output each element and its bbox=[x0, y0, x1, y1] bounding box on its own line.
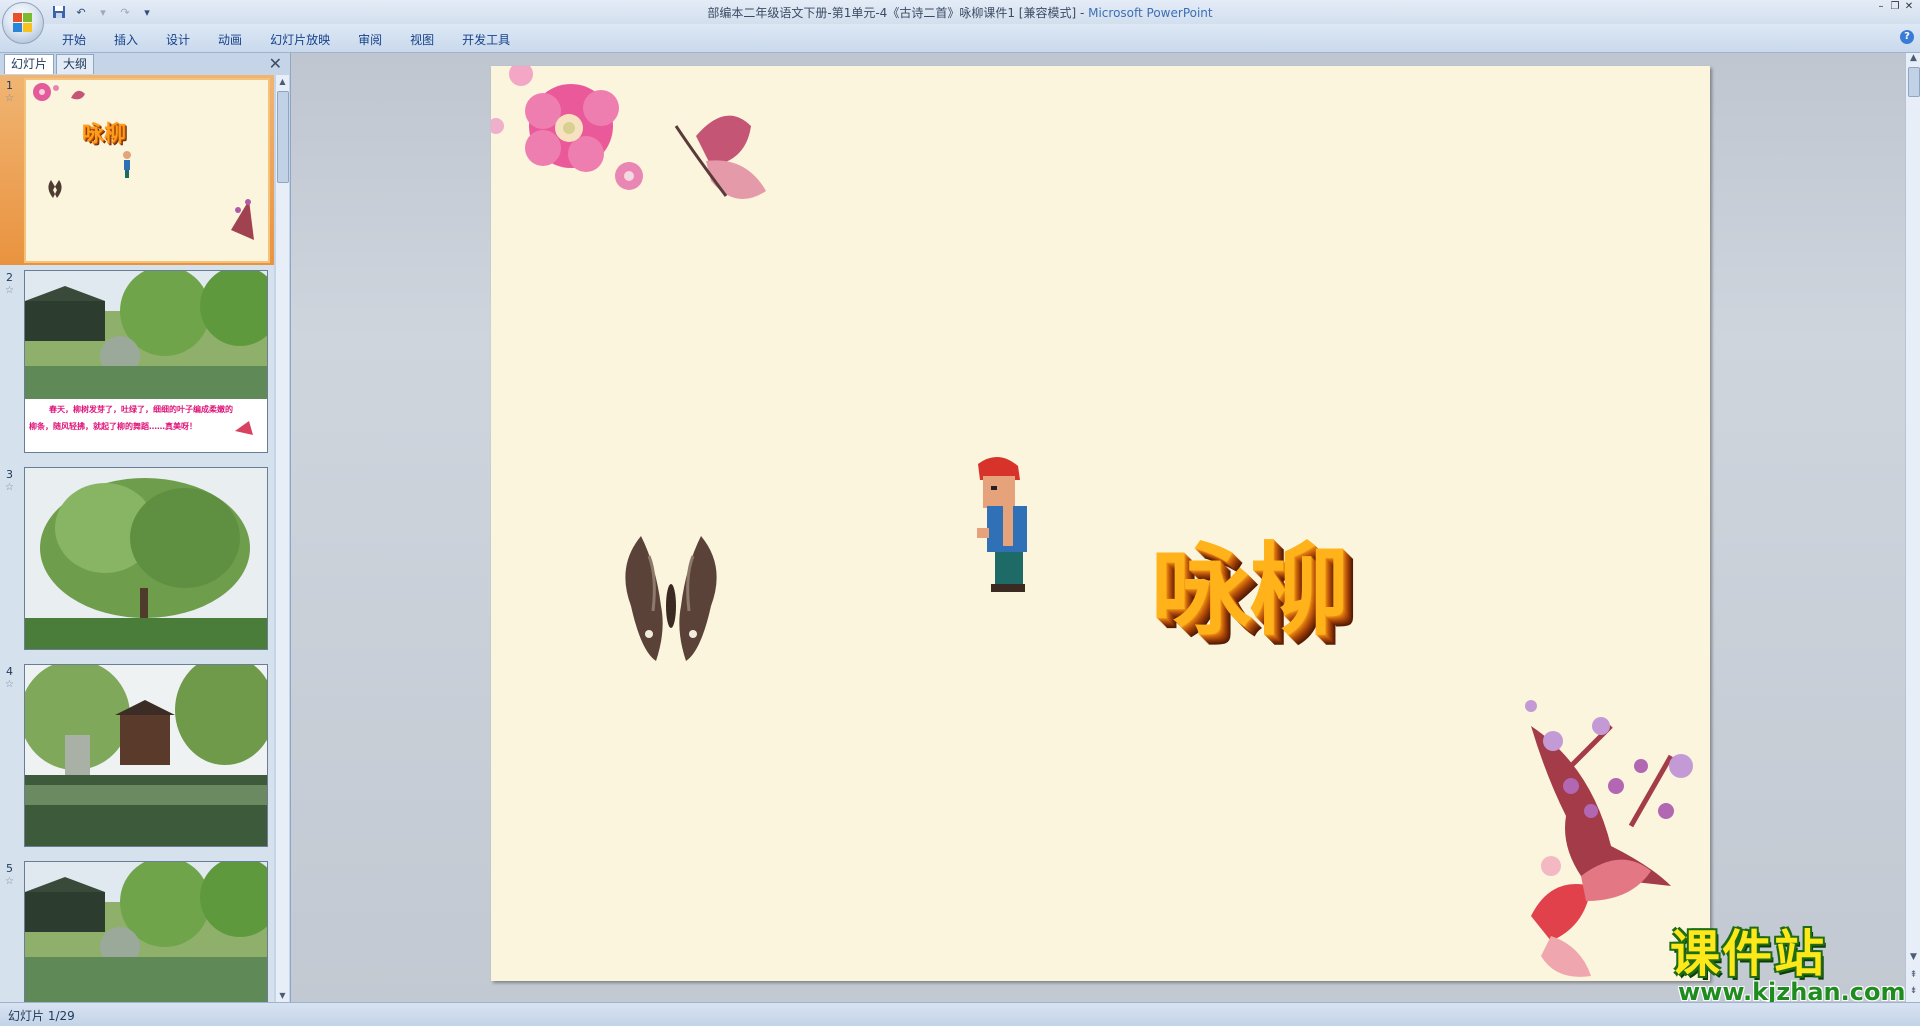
current-slide[interactable]: 咏柳 bbox=[491, 66, 1710, 981]
watermark-text: 课件站 bbox=[1670, 925, 1826, 983]
restore-icon[interactable]: ❐ bbox=[1888, 0, 1902, 14]
tab-design[interactable]: 设计 bbox=[152, 30, 204, 50]
office-button[interactable] bbox=[2, 2, 44, 44]
watermark-logo: 课件站 www.kjzhan.com bbox=[1670, 925, 1910, 1006]
red-butterfly-decoration bbox=[1531, 856, 1651, 977]
scroll-down-icon[interactable]: ▼ bbox=[276, 989, 289, 1002]
close-icon[interactable]: ✕ bbox=[269, 55, 282, 73]
slide-thumbnail-4[interactable]: 4 ☆ bbox=[0, 661, 274, 851]
animation-star-icon: ☆ bbox=[5, 876, 14, 887]
customize-dropdown-icon[interactable]: ▾ bbox=[138, 3, 156, 21]
slide-thumbnail-list: 1 ☆ 咏柳 2 ☆ 春天，柳树发芽了，吐绿了，细细的叶子编成柔嫩的 柳条，随风… bbox=[0, 75, 274, 1002]
undo-dropdown-icon[interactable]: ▾ bbox=[94, 3, 112, 21]
slide-number: 3 bbox=[6, 468, 13, 481]
save-icon[interactable] bbox=[50, 3, 68, 21]
slide-counter: 幻灯片 1/29 bbox=[8, 1009, 75, 1023]
close-icon[interactable]: ✕ bbox=[1902, 0, 1916, 14]
slide-thumbnail-2[interactable]: 2 ☆ 春天，柳树发芽了，吐绿了，细细的叶子编成柔嫩的 柳条，随风轻拂，就起了柳… bbox=[0, 267, 274, 457]
window-title: 部编本二年级语文下册-第1单元-4《古诗二首》咏柳课件1 [兼容模式] - Mi… bbox=[707, 6, 1213, 20]
slide-thumbnail-image bbox=[24, 861, 268, 1002]
office-logo-icon bbox=[13, 13, 33, 33]
help-icon[interactable]: ? bbox=[1900, 30, 1914, 44]
slide-thumbnail-image: 咏柳 bbox=[24, 78, 270, 263]
animation-star-icon: ☆ bbox=[5, 93, 14, 104]
slide-thumbnail-1[interactable]: 1 ☆ 咏柳 bbox=[0, 75, 274, 265]
undo-icon[interactable]: ↶ bbox=[72, 3, 90, 21]
scroll-up-icon[interactable]: ▲ bbox=[276, 75, 289, 88]
ribbon-tabs: 开始 插入 设计 动画 幻灯片放映 审阅 视图 开发工具 bbox=[48, 30, 524, 50]
title-bar: ↶ ▾ ↷ ▾ 部编本二年级语文下册-第1单元-4《古诗二首》咏柳课件1 [兼容… bbox=[0, 0, 1920, 24]
slide-thumbnail-image: 春天，柳树发芽了，吐绿了，细细的叶子编成柔嫩的 柳条，随风轻拂，就起了柳的舞蹈…… bbox=[24, 270, 268, 453]
animation-star-icon: ☆ bbox=[5, 482, 14, 493]
moth-decoration bbox=[625, 536, 717, 661]
slide-thumbnail-5[interactable]: 5 ☆ bbox=[0, 858, 274, 1002]
tab-animations[interactable]: 动画 bbox=[204, 30, 256, 50]
cartoon-boy-figure bbox=[977, 456, 1027, 592]
tab-view[interactable]: 视图 bbox=[396, 30, 448, 50]
scroll-thumb[interactable] bbox=[277, 91, 289, 183]
slide-title-text: 咏柳 bbox=[1151, 526, 1451, 676]
animation-star-icon: ☆ bbox=[5, 285, 14, 296]
tab-review[interactable]: 审阅 bbox=[344, 30, 396, 50]
slide-thumbnail-3[interactable]: 3 ☆ bbox=[0, 464, 274, 654]
ribbon: 开始 插入 设计 动画 幻灯片放映 审阅 视图 开发工具 ? bbox=[0, 24, 1920, 53]
quick-access-toolbar: ↶ ▾ ↷ ▾ bbox=[50, 3, 156, 21]
pink-butterfly-decoration bbox=[674, 115, 766, 199]
tab-slideshow[interactable]: 幻灯片放映 bbox=[256, 30, 344, 50]
minimize-icon[interactable]: – bbox=[1874, 0, 1888, 14]
slide-caption: 春天，柳树发芽了，吐绿了，细细的叶子编成柔嫩的 柳条，随风轻拂，就起了柳的舞蹈…… bbox=[29, 405, 233, 431]
slide-number: 4 bbox=[6, 665, 13, 678]
slide-thumbnail-image bbox=[24, 664, 268, 847]
tab-developer[interactable]: 开发工具 bbox=[448, 30, 524, 50]
slides-pane: 幻灯片 大纲 ✕ 1 ☆ 咏柳 2 ☆ 春天，柳树发芽了，吐绿了，细细的叶子编成… bbox=[0, 53, 291, 1002]
tab-home[interactable]: 开始 bbox=[48, 30, 100, 50]
slide-thumbnail-image bbox=[24, 467, 268, 650]
scroll-thumb[interactable] bbox=[1908, 67, 1920, 97]
pane-scrollbar[interactable]: ▲ ▼ bbox=[276, 75, 289, 1002]
slide-number: 2 bbox=[6, 271, 13, 284]
plum-blossom-decoration bbox=[491, 66, 643, 190]
scroll-up-icon[interactable]: ▲ bbox=[1906, 53, 1920, 63]
slide-title-thumb: 咏柳 bbox=[82, 122, 127, 147]
canvas-scrollbar[interactable]: ▲ ▼ ⇞ ⇟ bbox=[1905, 53, 1920, 1002]
animation-star-icon: ☆ bbox=[5, 679, 14, 690]
slide-number: 1 bbox=[6, 79, 13, 92]
window-controls: – ❐ ✕ bbox=[1874, 0, 1916, 14]
tab-slides[interactable]: 幻灯片 bbox=[4, 54, 55, 74]
tab-insert[interactable]: 插入 bbox=[100, 30, 152, 50]
pane-tabs: 幻灯片 大纲 ✕ bbox=[2, 54, 288, 74]
status-bar: 幻灯片 1/29 bbox=[0, 1002, 1920, 1026]
slide-number: 5 bbox=[6, 862, 13, 875]
redo-icon[interactable]: ↷ bbox=[116, 3, 134, 21]
slide-artwork bbox=[491, 66, 1693, 977]
tab-outline[interactable]: 大纲 bbox=[56, 54, 95, 74]
